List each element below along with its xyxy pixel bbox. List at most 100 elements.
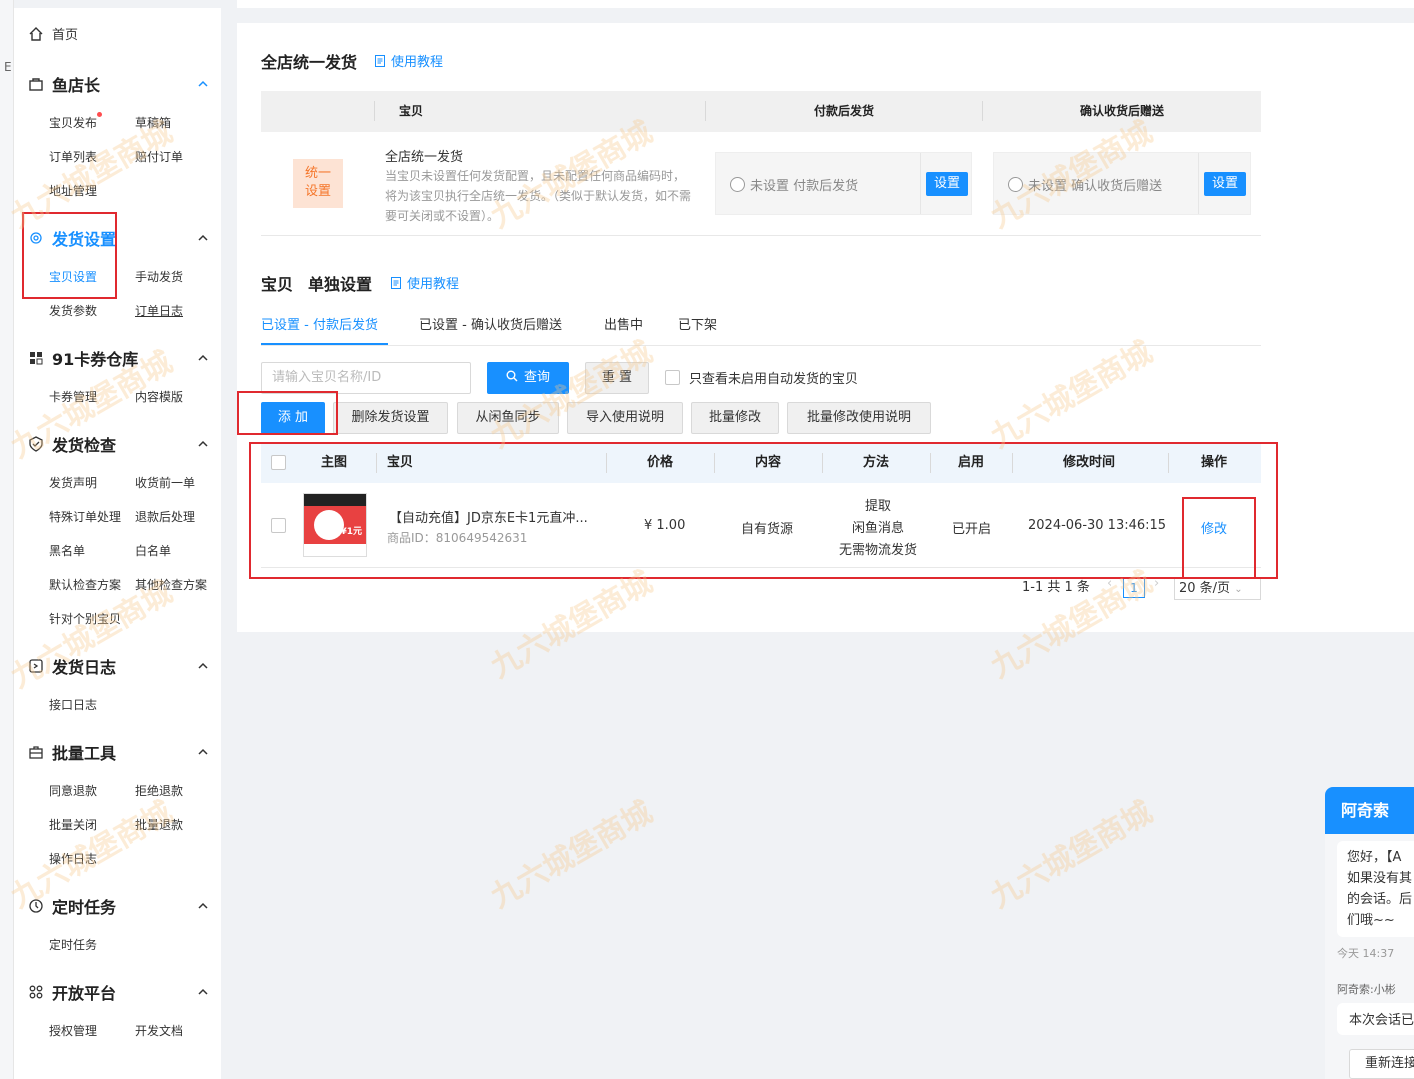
tab-on-sale[interactable]: 出售中 <box>604 314 643 333</box>
batch-edit-guide-button[interactable]: 批量修改使用说明 <box>787 402 931 434</box>
sidebar-item-operation-log[interactable]: 操作日志 <box>49 850 97 867</box>
watermark: 九六城堡商城 <box>985 794 1159 916</box>
sidebar-item-batch-refund[interactable]: 批量退款 <box>135 816 183 833</box>
tag-line-2: 设置 <box>304 184 331 199</box>
sidebar-item-api-log[interactable]: 接口日志 <box>49 696 97 713</box>
sidebar-group-label: 鱼店长 <box>52 76 101 95</box>
search-input[interactable]: 请输入宝贝名称/ID <box>261 362 471 394</box>
sidebar-item-specific-items[interactable]: 针对个别宝贝 <box>49 610 121 627</box>
sidebar-group-scheduled-tasks[interactable]: 定时任务 <box>28 894 208 918</box>
sidebar-item-card-manage[interactable]: 卡券管理 <box>49 388 97 405</box>
pager-current-page[interactable]: 1 <box>1123 578 1145 598</box>
sidebar-item-manual-ship[interactable]: 手动发货 <box>135 268 183 285</box>
sidebar-item-agree-refund[interactable]: 同意退款 <box>49 782 97 799</box>
pay-ship-set-button[interactable]: 设置 <box>926 172 969 196</box>
sidebar-item-ship-params[interactable]: 发货参数 <box>49 302 97 319</box>
clock-icon <box>29 899 43 913</box>
chat-reconnect-button[interactable]: 重新连接 <box>1349 1049 1414 1079</box>
store-table-header: 宝贝 付款后发货 确认收货后赠送 <box>261 91 1261 132</box>
tab-paid-ship[interactable]: 已设置 - 付款后发货 <box>261 314 378 333</box>
sidebar-item-ship-statement[interactable]: 发货声明 <box>49 474 97 491</box>
sidebar-item-publish[interactable]: 宝贝发布 <box>49 112 103 131</box>
sidebar-group-card-warehouse[interactable]: 91卡券仓库 <box>28 346 208 370</box>
store-section-title: 全店统一发货 <box>261 53 358 72</box>
confirm-gift-radio[interactable] <box>1008 177 1023 192</box>
store-tutorial-link[interactable]: 使用教程 <box>374 51 443 70</box>
sidebar-item-after-refund[interactable]: 退款后处理 <box>135 508 195 525</box>
only-unset-label: 只查看未启用自动发货的宝贝 <box>689 372 859 387</box>
left-edge-panel: E <box>0 0 14 1079</box>
sidebar-item-blacklist[interactable]: 黑名单 <box>49 542 85 559</box>
grid-icon <box>30 352 43 365</box>
sidebar-group-batch-tools[interactable]: 批量工具 <box>28 740 208 764</box>
tab-confirm-gift[interactable]: 已设置 - 确认收货后赠送 <box>419 314 562 333</box>
chevron-up-icon <box>198 80 208 87</box>
sync-xianyu-button[interactable]: 从闲鱼同步 <box>457 402 559 434</box>
store-desc-text: 当宝贝未设置任何发货配置，且未配置任何商品编码时，将为该宝贝执行全店统一发货。（… <box>385 169 692 223</box>
sidebar-item-scheduled-task[interactable]: 定时任务 <box>49 936 97 953</box>
section-divider <box>261 235 1261 236</box>
sidebar-group-label: 发货检查 <box>52 436 117 455</box>
item-tutorial-link[interactable]: 使用教程 <box>390 273 459 292</box>
sidebar-item-content-template[interactable]: 内容模版 <box>135 388 183 405</box>
header-item: 宝贝 <box>399 104 424 118</box>
chevron-up-icon <box>198 234 208 241</box>
chat-time: 今天 14:37 <box>1337 947 1395 960</box>
import-guide-button[interactable]: 导入使用说明 <box>567 402 683 434</box>
page-size-select[interactable]: 20 条/页 ⌄ <box>1174 578 1261 600</box>
header-pay-ship: 付款后发货 <box>814 104 875 118</box>
only-unset-checkbox[interactable] <box>665 370 680 385</box>
sidebar-item-compensation[interactable]: 赔付订单 <box>135 148 183 165</box>
confirm-gift-label: 未设置 确认收货后赠送 <box>1028 179 1163 194</box>
chevron-down-icon: ⌄ <box>1234 584 1243 595</box>
sidebar-item-before-receipt[interactable]: 收货前一单 <box>135 474 195 491</box>
home-icon <box>29 26 43 41</box>
search-icon <box>506 370 518 382</box>
sidebar-group-label: 91卡券仓库 <box>52 350 139 369</box>
tab-off-shelf[interactable]: 已下架 <box>678 314 717 333</box>
highlight-box-sidebar <box>22 212 117 299</box>
sidebar-item-orders[interactable]: 订单列表 <box>49 148 97 165</box>
chat-header[interactable]: 阿奇索 <box>1325 787 1414 834</box>
sidebar-item-address[interactable]: 地址管理 <box>49 182 97 199</box>
batch-edit-button[interactable]: 批量修改 <box>691 402 779 434</box>
reset-button[interactable]: 重 置 <box>585 362 649 394</box>
confirm-gift-set-button[interactable]: 设置 <box>1204 172 1247 196</box>
sidebar-item-default-check[interactable]: 默认检查方案 <box>49 576 121 593</box>
pay-ship-radio[interactable] <box>730 177 745 192</box>
tag-line-1: 统一 <box>304 166 331 181</box>
sidebar-item-other-check[interactable]: 其他检查方案 <box>135 576 207 593</box>
chevron-up-icon <box>198 902 208 909</box>
sidebar-group-label: 批量工具 <box>52 744 117 763</box>
confirm-gift-setting: 未设置 确认收货后赠送 设置 <box>993 152 1251 215</box>
sidebar-group-yudianzhang[interactable]: 鱼店长 <box>28 72 208 96</box>
chat-message-2: 本次会话已 <box>1337 1003 1414 1035</box>
shield-icon <box>29 436 43 452</box>
sidebar-item-batch-close[interactable]: 批量关闭 <box>49 816 97 833</box>
highlight-box-table <box>249 442 1278 579</box>
tabs-divider <box>261 345 1261 346</box>
highlight-box-edit <box>1182 497 1256 579</box>
sidebar-group-ship-log[interactable]: 发货日志 <box>28 654 208 678</box>
sidebar-group-open-platform[interactable]: 开放平台 <box>28 980 208 1004</box>
sidebar-item-order-log[interactable]: 订单日志 <box>135 302 183 319</box>
apps-icon <box>29 985 43 999</box>
header-separator <box>374 101 375 121</box>
sidebar-item-drafts[interactable]: 草稿箱 <box>135 114 171 131</box>
sidebar-item-authorization[interactable]: 授权管理 <box>49 1022 97 1039</box>
sidebar: 首页 鱼店长 宝贝发布 草稿箱 订单列表 赔付订单 地址管理 发货设置 宝贝设置… <box>14 8 221 1079</box>
header-confirm-gift: 确认收货后赠送 <box>1080 104 1165 118</box>
sidebar-group-label: 定时任务 <box>52 898 117 917</box>
sidebar-item-reject-refund[interactable]: 拒绝退款 <box>135 782 183 799</box>
unified-setting-tag: 统一 设置 <box>293 159 343 208</box>
sidebar-item-special-orders[interactable]: 特殊订单处理 <box>49 508 121 525</box>
sidebar-item-whitelist[interactable]: 白名单 <box>135 542 171 559</box>
log-icon <box>29 659 43 673</box>
sidebar-item-dev-docs[interactable]: 开发文档 <box>135 1022 183 1039</box>
chat-widget[interactable]: 阿奇索 您好，【A 如果没有其 的会话。后 们哦~~ 今天 14:37 阿奇索:… <box>1325 787 1414 1079</box>
query-button[interactable]: 查询 <box>487 362 569 394</box>
delete-ship-setting-button[interactable]: 删除发货设置 <box>333 402 448 434</box>
sidebar-group-ship-check[interactable]: 发货检查 <box>28 432 208 456</box>
chevron-up-icon <box>198 440 208 447</box>
sidebar-home[interactable]: 首页 <box>28 24 78 43</box>
